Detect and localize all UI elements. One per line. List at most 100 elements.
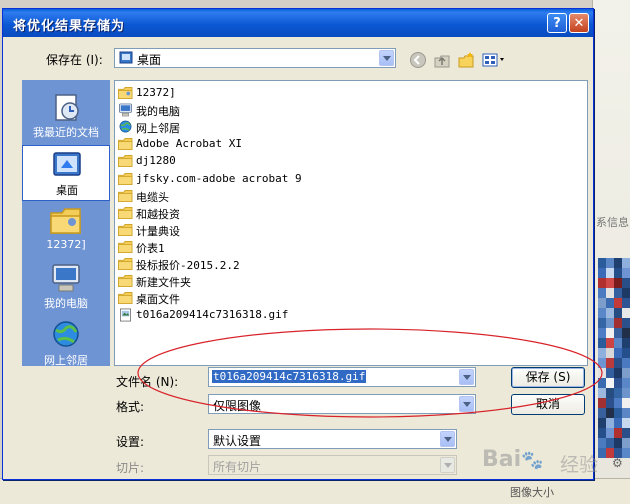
- color-swatch[interactable]: [622, 358, 630, 368]
- color-swatch[interactable]: [622, 298, 630, 308]
- color-swatch[interactable]: [622, 268, 630, 278]
- color-swatch[interactable]: [598, 398, 606, 408]
- format-dropdown[interactable]: 仅限图像: [208, 394, 476, 414]
- color-swatch[interactable]: [606, 308, 614, 318]
- color-swatch[interactable]: [622, 418, 630, 428]
- color-swatch[interactable]: [614, 378, 622, 388]
- color-swatch[interactable]: [614, 278, 622, 288]
- title-bar[interactable]: 将优化结果存储为 ? ✕: [3, 9, 593, 37]
- places-item[interactable]: 网上邻居: [22, 316, 110, 372]
- color-swatch[interactable]: [622, 438, 630, 448]
- color-swatch[interactable]: [622, 288, 630, 298]
- close-button[interactable]: ✕: [569, 13, 589, 33]
- new-folder-icon[interactable]: [457, 51, 475, 69]
- chevron-down-icon[interactable]: [459, 369, 474, 385]
- color-swatch[interactable]: [614, 338, 622, 348]
- color-swatch[interactable]: [614, 288, 622, 298]
- up-folder-icon[interactable]: [433, 51, 451, 69]
- color-swatch[interactable]: [606, 378, 614, 388]
- color-swatch[interactable]: [598, 438, 606, 448]
- chevron-down-icon[interactable]: [440, 431, 455, 447]
- color-swatch[interactable]: [614, 268, 622, 278]
- color-swatch[interactable]: [598, 388, 606, 398]
- filename-input[interactable]: t016a209414c7316318.gif: [208, 367, 476, 387]
- color-swatch[interactable]: [598, 378, 606, 388]
- color-swatch[interactable]: [598, 428, 606, 438]
- color-swatch[interactable]: [614, 368, 622, 378]
- color-swatch[interactable]: [598, 448, 606, 458]
- color-swatch[interactable]: [614, 258, 622, 268]
- color-swatch[interactable]: [614, 388, 622, 398]
- color-swatch[interactable]: [606, 398, 614, 408]
- color-swatch[interactable]: [606, 418, 614, 428]
- places-item[interactable]: 12372]: [22, 202, 110, 258]
- color-swatch[interactable]: [622, 258, 630, 268]
- color-swatch[interactable]: [622, 368, 630, 378]
- cancel-button[interactable]: 取消: [511, 394, 585, 415]
- color-swatch[interactable]: [614, 418, 622, 428]
- color-swatch[interactable]: [622, 278, 630, 288]
- color-swatch[interactable]: [606, 348, 614, 358]
- color-swatch[interactable]: [606, 258, 614, 268]
- color-swatch[interactable]: [606, 288, 614, 298]
- color-swatch[interactable]: [606, 318, 614, 328]
- places-item[interactable]: 我的电脑: [22, 259, 110, 315]
- color-swatch[interactable]: [614, 358, 622, 368]
- color-swatch[interactable]: [598, 268, 606, 278]
- color-swatch[interactable]: [614, 408, 622, 418]
- color-swatch[interactable]: [622, 388, 630, 398]
- color-swatch[interactable]: [622, 348, 630, 358]
- color-swatch[interactable]: [606, 408, 614, 418]
- color-swatch[interactable]: [622, 338, 630, 348]
- gear-icon[interactable]: ⚙: [612, 456, 626, 470]
- color-swatch[interactable]: [614, 438, 622, 448]
- color-swatch[interactable]: [622, 378, 630, 388]
- color-swatch[interactable]: [598, 368, 606, 378]
- color-swatch[interactable]: [598, 348, 606, 358]
- color-swatch[interactable]: [598, 358, 606, 368]
- file-list[interactable]: 12372] 我的电脑 网上邻居 Adobe Acrobat XI dj1280 jfsk…: [114, 80, 588, 366]
- color-swatch[interactable]: [606, 358, 614, 368]
- color-swatch[interactable]: [614, 428, 622, 438]
- color-swatch[interactable]: [606, 428, 614, 438]
- color-swatch[interactable]: [606, 298, 614, 308]
- view-menu-icon[interactable]: [481, 51, 507, 69]
- color-swatch[interactable]: [622, 308, 630, 318]
- color-swatch[interactable]: [622, 408, 630, 418]
- color-swatch[interactable]: [606, 388, 614, 398]
- color-swatch[interactable]: [598, 258, 606, 268]
- color-swatch[interactable]: [622, 328, 630, 338]
- color-swatch-palette[interactable]: [598, 258, 630, 458]
- color-swatch[interactable]: [606, 368, 614, 378]
- back-icon[interactable]: [409, 51, 427, 69]
- help-button[interactable]: ?: [547, 13, 567, 33]
- settings-dropdown[interactable]: 默认设置: [208, 429, 457, 449]
- color-swatch[interactable]: [606, 328, 614, 338]
- color-swatch[interactable]: [598, 338, 606, 348]
- color-swatch[interactable]: [614, 308, 622, 318]
- color-swatch[interactable]: [606, 338, 614, 348]
- chevron-down-icon[interactable]: [379, 50, 394, 66]
- color-swatch[interactable]: [622, 398, 630, 408]
- color-swatch[interactable]: [598, 288, 606, 298]
- places-item[interactable]: 桌面: [22, 145, 110, 201]
- places-item[interactable]: 我最近的文档: [22, 88, 110, 144]
- color-swatch[interactable]: [598, 298, 606, 308]
- save-in-dropdown[interactable]: 桌面: [114, 48, 396, 68]
- color-swatch[interactable]: [622, 428, 630, 438]
- color-swatch[interactable]: [598, 418, 606, 428]
- color-swatch[interactable]: [598, 408, 606, 418]
- color-swatch[interactable]: [606, 438, 614, 448]
- color-swatch[interactable]: [598, 318, 606, 328]
- color-swatch[interactable]: [606, 268, 614, 278]
- chevron-down-icon[interactable]: [459, 396, 474, 412]
- color-swatch[interactable]: [614, 328, 622, 338]
- color-swatch[interactable]: [614, 348, 622, 358]
- color-swatch[interactable]: [598, 328, 606, 338]
- color-swatch[interactable]: [614, 298, 622, 308]
- color-swatch[interactable]: [614, 398, 622, 408]
- color-swatch[interactable]: [614, 318, 622, 328]
- color-swatch[interactable]: [598, 308, 606, 318]
- color-swatch[interactable]: [622, 318, 630, 328]
- save-button[interactable]: 保存 (S): [511, 367, 585, 388]
